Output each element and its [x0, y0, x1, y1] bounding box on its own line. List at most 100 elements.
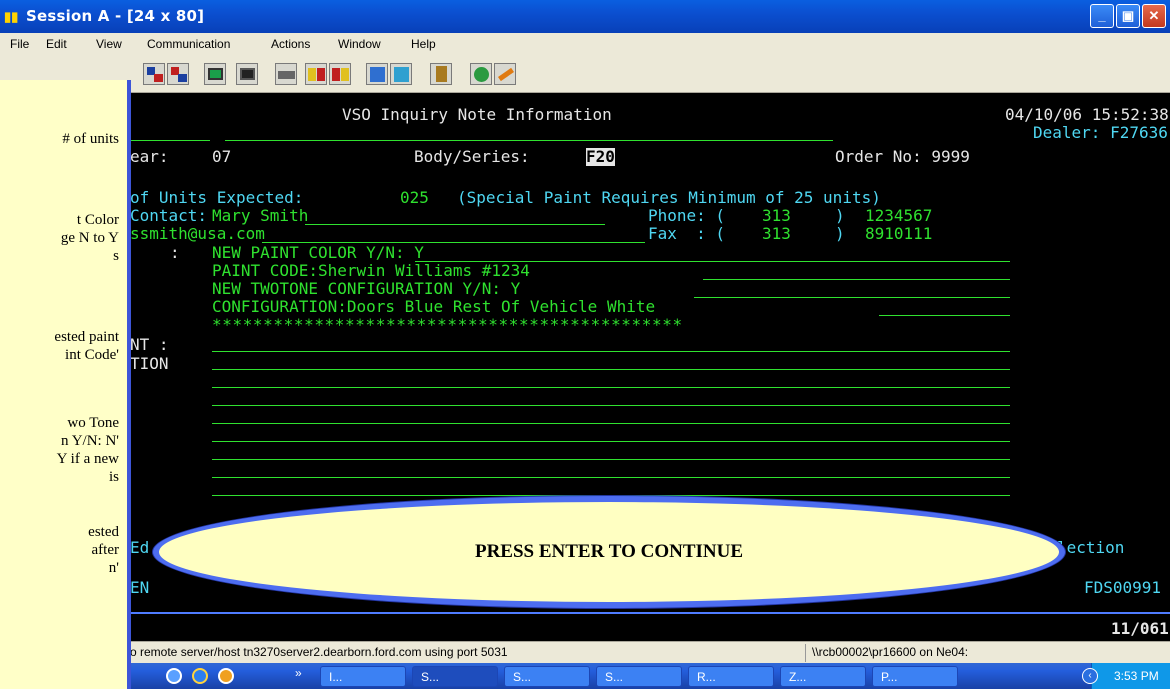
connection-status: o remote server/host tn3270server2.dearb… — [130, 645, 508, 659]
clipboard-icon[interactable] — [430, 63, 452, 85]
body-series-label: Body/Series: — [414, 147, 530, 166]
fax-close-paren: ) — [835, 224, 845, 243]
note-line-1[interactable]: NEW PAINT COLOR Y/N: Y — [212, 244, 424, 262]
page-indicator: 11/061 — [1111, 619, 1169, 638]
task-button[interactable]: S... — [412, 666, 498, 687]
screen-id: FDS00991 — [1084, 578, 1162, 597]
taskbar: » I... S... S... S... R... Z... P... ‹ 3… — [0, 663, 1170, 689]
transfer-icon[interactable] — [366, 63, 388, 85]
year-label: ear: — [130, 147, 169, 166]
system-tray: ‹ 3:53 PM — [1082, 663, 1170, 689]
send-file-icon[interactable] — [143, 63, 165, 85]
note-line-5[interactable]: ****************************************… — [212, 316, 683, 334]
field-underline — [225, 140, 833, 141]
phone-label: Phone: ( — [648, 206, 726, 225]
help-line: t Color — [76, 212, 119, 228]
task-button[interactable]: R... — [688, 666, 774, 687]
note-input-line[interactable] — [212, 351, 1010, 352]
note-line-2[interactable]: PAINT CODE:Sherwin Williams #1234 — [212, 262, 530, 280]
close-button[interactable]: ✕ — [1142, 4, 1166, 28]
media-icon[interactable] — [218, 668, 234, 684]
menu-communication[interactable]: Communication — [147, 37, 230, 51]
note-line-4[interactable]: CONFIGURATION:Doors Blue Rest Of Vehicle… — [212, 298, 655, 316]
screen-title: VSO Inquiry Note Information — [342, 105, 612, 124]
tray-expand-icon[interactable]: ‹ — [1082, 668, 1098, 684]
keyboard-icon[interactable] — [275, 63, 297, 85]
contact-underline — [305, 224, 605, 225]
task-button[interactable]: I... — [320, 666, 406, 687]
transfer-alt-icon[interactable] — [390, 63, 412, 85]
note-input-line[interactable] — [212, 387, 1010, 388]
printer-path: \\rcb00002\pr16600 on Ne04: — [812, 645, 969, 659]
body-series-value[interactable]: F20 — [586, 148, 615, 166]
dealer-code: Dealer: F27636 — [1033, 123, 1168, 142]
receive-file-icon[interactable] — [167, 63, 189, 85]
note-line-3[interactable]: NEW TWOTONE CONFIGURATION Y/N: Y — [212, 280, 520, 298]
order-number: Order No: 9999 — [835, 147, 970, 166]
help-line: n Y/N: N' — [61, 433, 119, 449]
left-label-2: TION — [130, 354, 169, 373]
note-input-line[interactable] — [212, 441, 1010, 442]
screen-alt-icon[interactable] — [236, 63, 258, 85]
note-input-line[interactable] — [212, 405, 1010, 406]
email-field[interactable]: ssmith@usa.com — [130, 225, 265, 243]
macro-record-icon[interactable] — [329, 63, 351, 85]
help-note-panel: # of units t Color ge N to Y s ested pai… — [0, 80, 131, 689]
status-bar: o remote server/host tn3270server2.dearb… — [0, 641, 1170, 663]
note-input-line[interactable] — [212, 423, 1010, 424]
help-line: after — [91, 542, 119, 558]
ie-icon[interactable] — [192, 668, 208, 684]
screen-icon[interactable] — [204, 63, 226, 85]
fax-number[interactable]: 8910111 — [865, 225, 932, 243]
quicklaunch-chevron[interactable]: » — [295, 666, 302, 680]
note-input-line[interactable] — [212, 369, 1010, 370]
units-value[interactable]: 025 — [400, 189, 429, 207]
year-value[interactable]: 07 — [212, 148, 231, 166]
enter-fragment: EN — [130, 578, 150, 597]
menu-file[interactable]: File — [10, 37, 29, 51]
menu-edit[interactable]: Edit — [46, 37, 67, 51]
units-label: of Units Expected: — [130, 188, 304, 207]
help-line: is — [108, 469, 119, 485]
status-divider — [805, 644, 806, 662]
edit-fragment: Ed — [130, 538, 150, 557]
window-title: Session A - [24 x 80] — [26, 7, 205, 25]
press-enter-callout: PRESS ENTER TO CONTINUE — [153, 496, 1065, 608]
help-line: n' — [108, 560, 119, 576]
menu-window[interactable]: Window — [338, 37, 381, 51]
phone-number[interactable]: 1234567 — [865, 207, 932, 225]
contact-label: Contact: — [130, 206, 208, 225]
help-line: ested paint — [54, 329, 119, 345]
task-button[interactable]: S... — [504, 666, 590, 687]
fax-label: Fax : ( — [648, 224, 726, 243]
clock: 3:53 PM — [1114, 669, 1159, 683]
minimize-button[interactable]: _ — [1090, 4, 1114, 28]
contact-field[interactable]: Mary Smith — [212, 207, 308, 225]
note-underline — [694, 297, 1010, 298]
note-input-line[interactable] — [212, 459, 1010, 460]
window-title-bar[interactable]: ▮▮ Session A - [24 x 80] _ ▣ ✕ — [0, 0, 1170, 33]
menu-view[interactable]: View — [96, 37, 122, 51]
quicklaunch-browser-icon[interactable] — [166, 668, 182, 684]
menu-help[interactable]: Help — [411, 37, 436, 51]
help-line: ested — [88, 524, 119, 540]
menu-actions[interactable]: Actions — [271, 37, 310, 51]
note-input-line[interactable] — [212, 477, 1010, 478]
maximize-button[interactable]: ▣ — [1116, 4, 1140, 28]
menu-bar: File Edit View Communication Actions Win… — [0, 33, 1170, 55]
help-line: wo Tone — [67, 415, 119, 431]
help-line: Y if a new — [56, 451, 119, 467]
fax-area-code[interactable]: 313 — [762, 225, 791, 243]
help-line: s — [113, 248, 119, 264]
help-line: # of units — [62, 131, 119, 147]
macro-play-icon[interactable] — [305, 63, 327, 85]
task-button[interactable]: S... — [596, 666, 682, 687]
pencil-icon[interactable] — [494, 63, 516, 85]
task-button[interactable]: Z... — [780, 666, 866, 687]
help-line: int Code' — [65, 347, 119, 363]
note-underline — [879, 315, 1010, 316]
phone-area-code[interactable]: 313 — [762, 207, 791, 225]
help-line: ge N to Y — [60, 230, 119, 246]
globe-icon[interactable] — [470, 63, 492, 85]
task-button[interactable]: P... — [872, 666, 958, 687]
